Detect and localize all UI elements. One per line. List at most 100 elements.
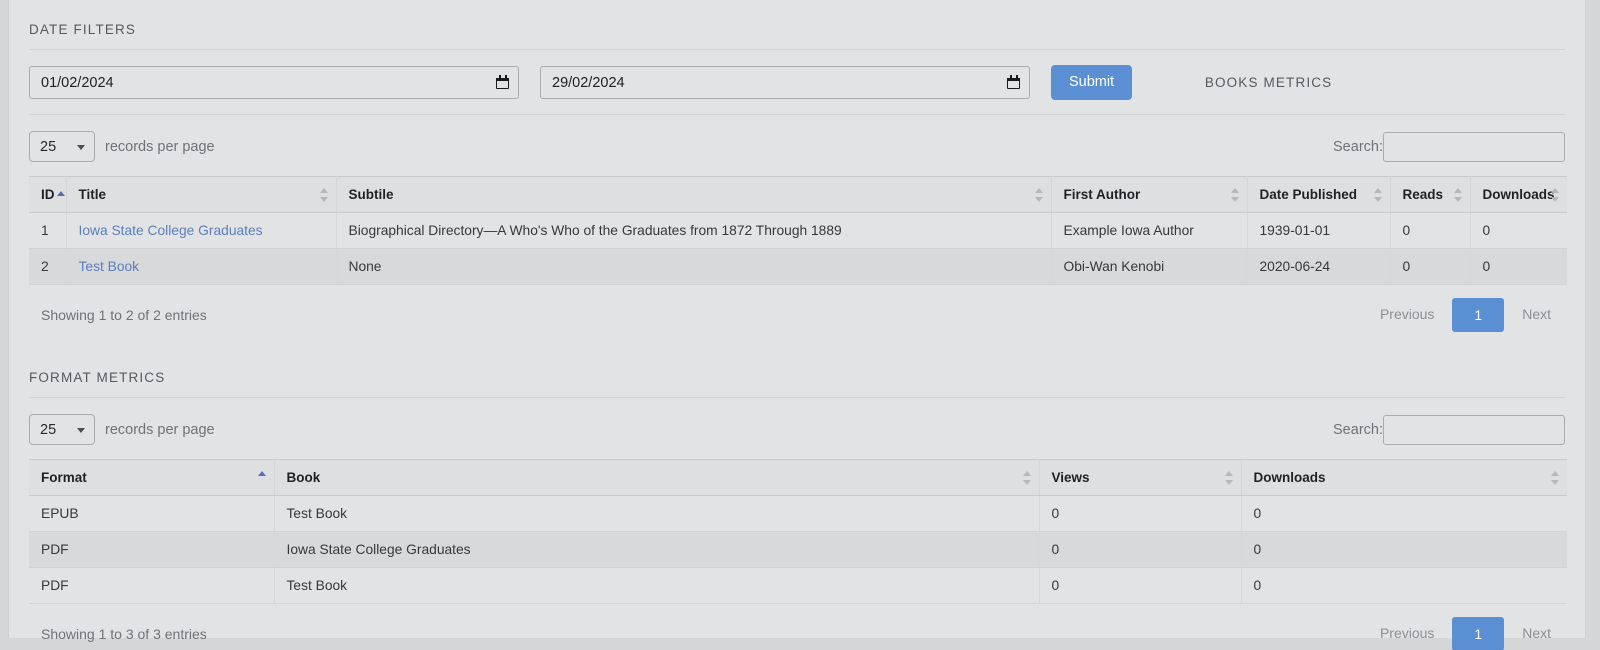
books-cell-subtitle: None (336, 248, 1052, 285)
books-cell-title: Test Book (66, 248, 337, 285)
start-date-input[interactable]: 01/02/2024 (29, 66, 519, 99)
books-cell-title: Iowa State College Graduates (66, 212, 337, 249)
books-cell-downloads: 0 (1470, 248, 1567, 285)
books-pagination: Previous 1 Next (1366, 298, 1565, 332)
submit-button[interactable]: Submit (1051, 65, 1133, 100)
books-page-length-select[interactable]: 25 (29, 131, 95, 162)
format-col-book[interactable]: Book (274, 459, 1040, 496)
books-page-length-label: records per page (105, 138, 215, 155)
format-search-input[interactable] (1383, 414, 1565, 445)
format-cell-downloads: 0 (1241, 567, 1567, 604)
books-metrics-heading: BOOKS METRICS (1204, 75, 1333, 90)
format-cell-format: PDF (29, 567, 275, 604)
books-metrics-table: ID Title Subtile First Author Date Publi… (29, 176, 1567, 285)
books-pagination-next[interactable]: Next (1508, 298, 1565, 332)
format-cell-downloads: 0 (1241, 531, 1567, 568)
sort-asc-icon (257, 470, 267, 485)
format-col-views-label: Views (1051, 470, 1090, 485)
books-col-downloads-label: Downloads (1482, 187, 1555, 202)
books-pagination-page-1[interactable]: 1 (1452, 298, 1505, 332)
books-cell-reads: 0 (1390, 248, 1471, 285)
date-filter-row: 01/02/2024 29/02/2024 Submit BOOKS METRI… (29, 50, 1565, 115)
books-col-downloads[interactable]: Downloads (1470, 176, 1567, 213)
calendar-icon[interactable] (1007, 75, 1021, 90)
page-root: DATE FILTERS 01/02/2024 29/02/2024 Submi… (0, 0, 1600, 650)
sort-asc-icon (56, 191, 65, 196)
sort-arrows-icon (1224, 470, 1234, 485)
format-metrics-heading: FORMAT METRICS (29, 348, 1565, 398)
books-col-reads[interactable]: Reads (1390, 176, 1471, 213)
end-date-value: 29/02/2024 (552, 74, 625, 91)
format-metrics-table: Format Book Views Downloads EPUB Test Bo… (29, 459, 1567, 604)
books-table-header-row: ID Title Subtile First Author Date Publi… (29, 176, 1567, 213)
books-page-length-value: 25 (40, 138, 57, 155)
format-pagination-previous[interactable]: Previous (1366, 617, 1448, 650)
sort-arrows-icon (1034, 187, 1044, 202)
books-cell-subtitle: Biographical Directory—A Who's Who of th… (336, 212, 1052, 249)
format-page-length-select[interactable]: 25 (29, 414, 95, 445)
books-pagination-previous[interactable]: Previous (1366, 298, 1448, 332)
format-table-controls: 25 records per page Search: (29, 398, 1565, 459)
sort-arrows-icon (1453, 187, 1463, 202)
sort-arrows-icon (1230, 187, 1240, 202)
format-page-length-value: 25 (40, 421, 57, 438)
books-cell-reads: 0 (1390, 212, 1471, 249)
format-cell-views: 0 (1039, 495, 1242, 532)
books-col-title-label: Title (78, 187, 107, 202)
format-table-info: Showing 1 to 3 of 3 entries (41, 626, 207, 642)
books-cell-first-author: Example Iowa Author (1051, 212, 1248, 249)
format-pagination: Previous 1 Next (1366, 617, 1565, 650)
books-cell-id: 1 (29, 212, 67, 249)
sort-arrows-icon (319, 187, 329, 202)
sort-arrows-icon (1022, 470, 1032, 485)
table-row[interactable]: EPUB Test Book 0 0 (29, 495, 1567, 532)
format-col-views[interactable]: Views (1039, 459, 1242, 496)
sort-arrows-icon (1551, 187, 1560, 202)
table-row[interactable]: 2 Test Book None Obi-Wan Kenobi 2020-06-… (29, 248, 1567, 285)
format-cell-book: Iowa State College Graduates (274, 531, 1040, 568)
books-col-date-published[interactable]: Date Published (1247, 176, 1391, 213)
end-date-input[interactable]: 29/02/2024 (540, 66, 1030, 99)
date-filters-heading: DATE FILTERS (29, 0, 1565, 50)
format-col-format[interactable]: Format (29, 459, 275, 496)
books-search-label: Search: (1333, 138, 1383, 155)
books-col-id[interactable]: ID (29, 176, 67, 213)
format-cell-views: 0 (1039, 567, 1242, 604)
books-col-subtitle-label: Subtile (348, 187, 394, 202)
format-table-header-row: Format Book Views Downloads (29, 459, 1567, 496)
format-col-book-label: Book (286, 470, 321, 485)
content-card: DATE FILTERS 01/02/2024 29/02/2024 Submi… (8, 0, 1586, 650)
table-row[interactable]: PDF Test Book 0 0 (29, 567, 1567, 604)
books-col-id-label: ID (41, 187, 55, 202)
books-col-title[interactable]: Title (66, 176, 337, 213)
format-pagination-next[interactable]: Next (1508, 617, 1565, 650)
format-pagination-page-1[interactable]: 1 (1452, 617, 1505, 650)
format-col-downloads[interactable]: Downloads (1241, 459, 1567, 496)
format-table-footer: Showing 1 to 3 of 3 entries Previous 1 N… (29, 604, 1565, 650)
books-cell-date-published: 1939-01-01 (1247, 212, 1391, 249)
table-row[interactable]: 1 Iowa State College Graduates Biographi… (29, 212, 1567, 249)
sort-arrows-icon (1551, 470, 1560, 485)
format-cell-format: EPUB (29, 495, 275, 532)
format-search-label: Search: (1333, 421, 1383, 438)
format-cell-format: PDF (29, 531, 275, 568)
start-date-value: 01/02/2024 (41, 74, 114, 91)
format-cell-views: 0 (1039, 531, 1242, 568)
books-search-input[interactable] (1383, 131, 1565, 162)
books-col-reads-label: Reads (1402, 187, 1444, 202)
book-title-link[interactable]: Test Book (79, 259, 140, 274)
table-row[interactable]: PDF Iowa State College Graduates 0 0 (29, 531, 1567, 568)
books-col-first-author-label: First Author (1063, 187, 1141, 202)
calendar-icon[interactable] (496, 75, 510, 90)
books-table-info: Showing 1 to 2 of 2 entries (41, 307, 207, 323)
chevron-down-icon (77, 427, 85, 433)
sort-arrows-icon (1373, 187, 1383, 202)
books-col-subtitle[interactable]: Subtile (336, 176, 1052, 213)
books-cell-first-author: Obi-Wan Kenobi (1051, 248, 1248, 285)
format-search-group: Search: (1333, 414, 1565, 445)
books-col-first-author[interactable]: First Author (1051, 176, 1248, 213)
books-cell-downloads: 0 (1470, 212, 1567, 249)
format-cell-book: Test Book (274, 495, 1040, 532)
book-title-link[interactable]: Iowa State College Graduates (79, 223, 263, 238)
format-page-length-label: records per page (105, 421, 215, 438)
